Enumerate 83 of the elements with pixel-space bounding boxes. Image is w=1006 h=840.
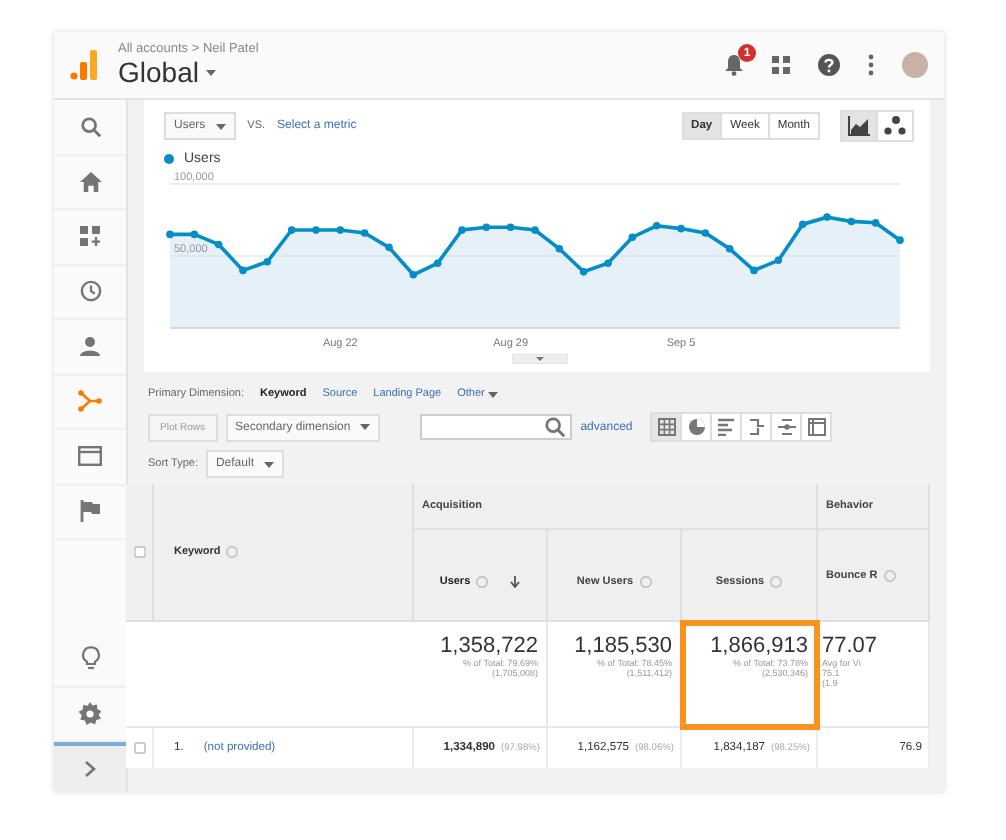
data-point — [458, 226, 466, 234]
data-point — [750, 266, 758, 275]
data-point — [701, 229, 710, 237]
info-icon — [770, 575, 783, 587]
line-chart-icon — [848, 116, 870, 136]
search-icon — [544, 416, 567, 438]
data-point — [287, 226, 296, 234]
data-point — [166, 230, 174, 239]
view-button[interactable] — [800, 412, 833, 442]
account-selector[interactable]: Global — [118, 56, 259, 88]
caret-icon — [215, 123, 226, 129]
data-point — [871, 219, 880, 227]
info-icon — [226, 546, 239, 558]
data-point — [433, 259, 442, 267]
chart-resize-handle[interactable] — [511, 354, 567, 364]
branch-icon — [78, 390, 102, 413]
data-point — [336, 226, 345, 234]
caret-icon — [488, 391, 499, 397]
data-point — [823, 213, 831, 221]
data-point — [409, 270, 418, 279]
view-button[interactable] — [770, 412, 803, 442]
pivot-icon — [807, 418, 826, 436]
bell-icon[interactable] — [724, 54, 744, 76]
caret-icon — [360, 424, 371, 430]
data-point — [628, 233, 637, 242]
clock-icon — [79, 280, 101, 303]
total-value: 1,866,913 — [710, 634, 808, 658]
legend-dot — [164, 154, 174, 164]
info-icon — [639, 575, 652, 587]
comparison-icon — [747, 418, 766, 436]
data-point — [360, 229, 369, 237]
data-point — [677, 224, 685, 233]
total-value: 77.07 — [822, 634, 878, 658]
data-point — [579, 268, 588, 276]
view-button[interactable] — [740, 412, 773, 442]
data-point — [263, 257, 272, 266]
info-icon — [883, 569, 896, 581]
data-point — [604, 259, 612, 267]
expand-icon — [84, 759, 96, 777]
data-point — [798, 220, 807, 229]
bar-chart-icon — [717, 418, 736, 436]
pie-chart-icon — [687, 418, 706, 436]
data-point — [385, 243, 393, 252]
data-point — [555, 245, 564, 253]
settings-icon — [78, 701, 102, 726]
data-point — [312, 226, 320, 234]
data-point — [531, 226, 539, 234]
view-button[interactable] — [650, 412, 683, 442]
flag-icon — [80, 500, 100, 523]
data-point — [896, 236, 904, 244]
data-point — [847, 217, 856, 226]
caret-icon — [263, 461, 274, 467]
total-value: 1,185,530 — [574, 634, 672, 658]
data-point — [482, 223, 491, 231]
search-icon — [79, 115, 101, 138]
logo-icon — [70, 50, 98, 80]
total-value: 1,358,722 — [440, 634, 538, 658]
data-point — [190, 230, 199, 239]
search-field[interactable] — [420, 414, 573, 440]
table-view-icon — [657, 418, 676, 436]
motion-chart-icon — [884, 116, 906, 136]
home-icon — [79, 171, 101, 192]
help-icon[interactable] — [818, 54, 840, 76]
info-icon — [476, 575, 489, 587]
view-button[interactable] — [710, 412, 743, 442]
row-checkbox[interactable] — [133, 742, 145, 754]
term-cloud-icon — [777, 418, 796, 436]
checkbox[interactable] — [133, 546, 145, 558]
data-point — [725, 245, 734, 253]
lightbulb-icon — [81, 646, 99, 671]
data-point — [652, 221, 661, 230]
sort-arrow-icon — [510, 575, 521, 587]
apps-icon[interactable] — [772, 56, 790, 74]
person-icon — [80, 336, 100, 357]
data-point — [506, 223, 515, 231]
data-point — [774, 256, 783, 265]
data-point — [239, 266, 247, 275]
data-point — [214, 240, 223, 249]
caret-icon — [206, 69, 217, 75]
more-icon[interactable] — [868, 54, 874, 76]
view-button[interactable] — [680, 412, 713, 442]
dashboard-icon — [80, 226, 100, 247]
window-icon — [78, 446, 102, 467]
